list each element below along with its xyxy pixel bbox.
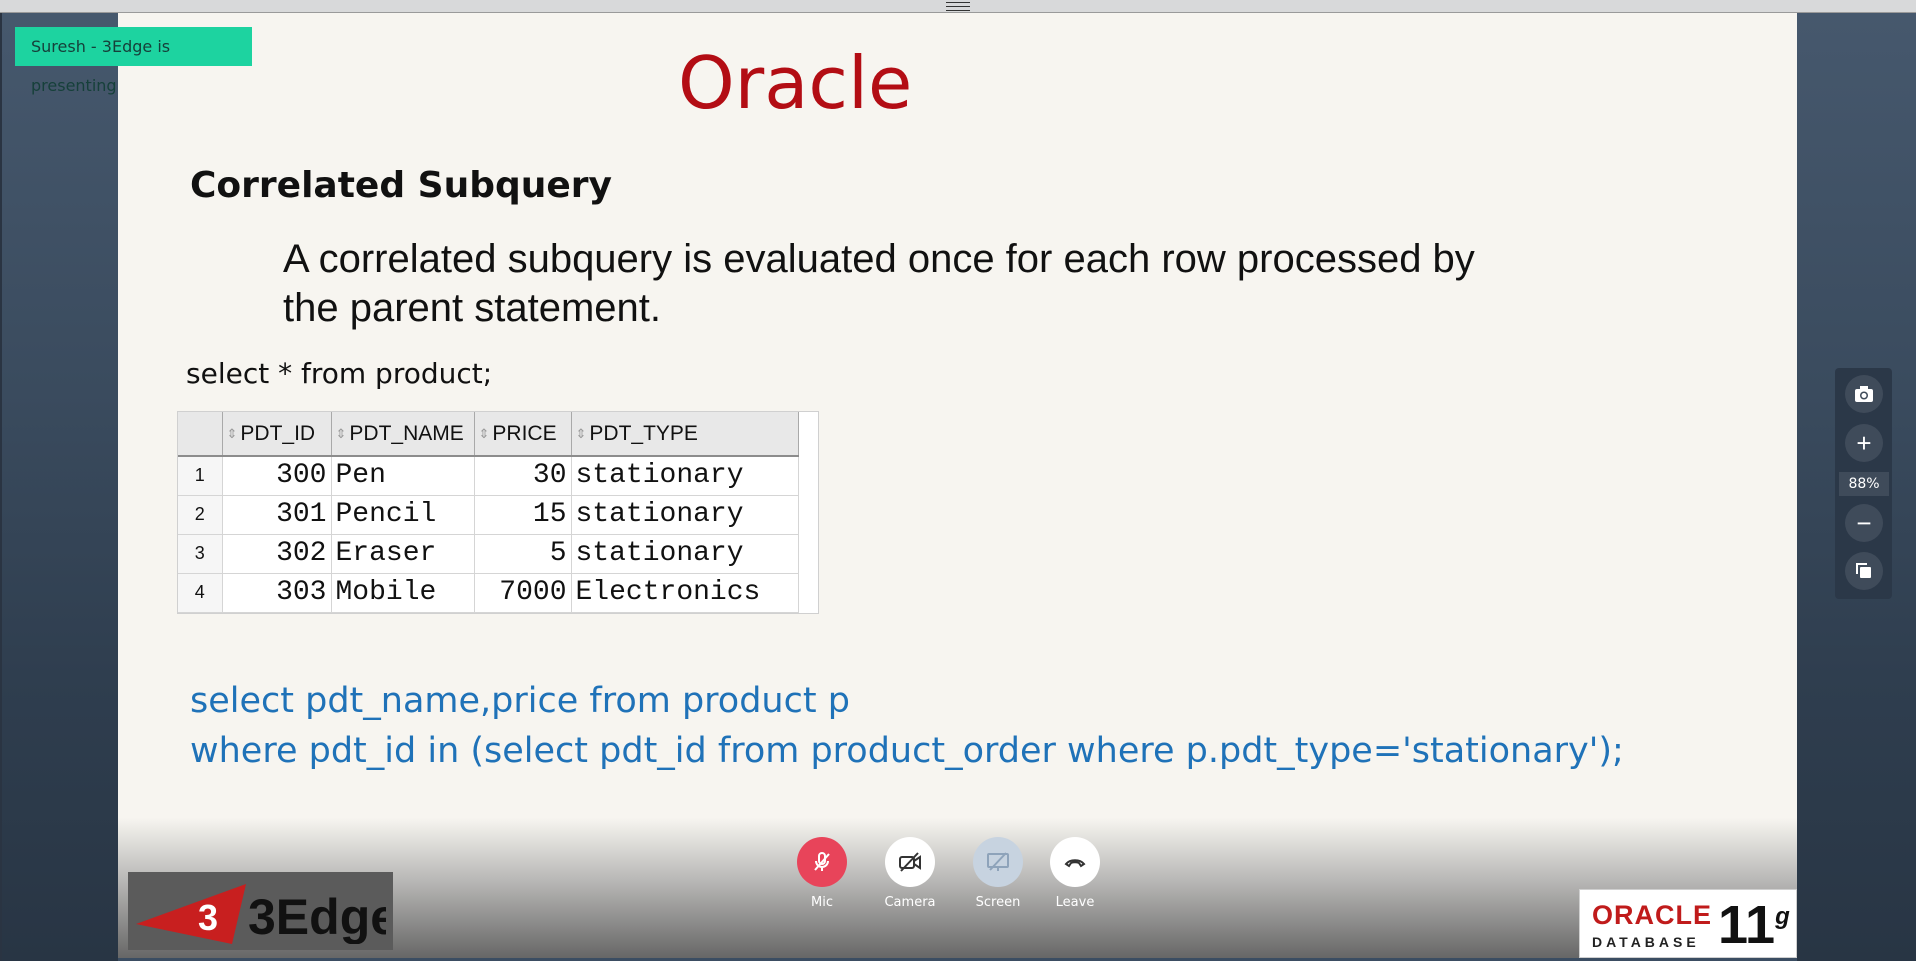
side-zoom-panel: + 88% − [1835,368,1892,599]
cell-pdt-id: 303 [222,573,332,613]
row-number: 3 [178,534,223,574]
zoom-level: 88% [1839,472,1889,496]
cell-pdt-name: Mobile [331,573,475,613]
correlated-subquery-code: select pdt_name,price from product p whe… [190,676,1624,776]
row-number: 1 [178,456,223,496]
table-row: 2 301 Pencil 15 stationary [178,495,799,535]
slide-description: A correlated subquery is evaluated once … [283,235,1583,333]
cell-price: 30 [474,456,572,496]
shared-screen-slide: Oracle Correlated Subquery A correlated … [118,13,1797,958]
mic-button[interactable]: Mic [792,837,852,910]
sort-icon: ⇕ [478,425,490,441]
table-row: 4 303 Mobile 7000 Electronics [178,573,799,613]
cell-pdt-type: stationary [571,456,799,496]
sort-icon: ⇕ [226,425,238,441]
cell-pdt-id: 300 [222,456,332,496]
copy-icon [1856,563,1871,578]
cell-price: 7000 [474,573,572,613]
column-header[interactable]: ⇕ PRICE [474,412,572,457]
screen-share-button[interactable]: Screen [968,837,1028,910]
phone-hangup-icon [1050,837,1100,887]
camera-off-icon [885,837,935,887]
zoom-in-button[interactable]: + [1845,424,1883,462]
camera-button[interactable]: Camera [880,837,940,910]
cell-pdt-name: Pencil [331,495,475,535]
call-controls: Mic Camera Screen Leave [0,837,1916,917]
mic-label: Mic [811,895,833,910]
minus-icon: − [1856,508,1872,538]
cell-pdt-type: Electronics [571,573,799,613]
zoom-out-button[interactable]: − [1845,504,1883,542]
cell-price: 15 [474,495,572,535]
code-line: where pdt_id in (select pdt_id from prod… [190,731,1624,771]
leave-label: Leave [1055,895,1095,910]
camera-label: Camera [884,895,936,910]
cell-pdt-name: Eraser [331,534,475,574]
presenter-banner: Suresh - 3Edge is presenting [15,27,252,95]
column-header[interactable]: ⇕ PDT_ID [222,412,332,457]
column-header[interactable]: ⇕ PDT_NAME [331,412,475,457]
cell-pdt-name: Pen [331,456,475,496]
cell-pdt-id: 302 [222,534,332,574]
description-line: A correlated subquery is evaluated once … [283,237,1475,281]
table-row: 3 302 Eraser 5 stationary [178,534,799,574]
column-header[interactable]: ⇕ PDT_TYPE [571,412,799,457]
cell-pdt-type: stationary [571,495,799,535]
plus-icon: + [1856,428,1872,458]
oracle-logo-sub: DATABASE [1592,934,1700,950]
camera-icon [1855,386,1873,402]
row-number: 2 [178,495,223,535]
description-line: the parent statement. [283,286,662,330]
slide-title: Oracle [678,41,913,125]
table-row: 1 300 Pen 30 stationary [178,456,799,496]
section-heading: Correlated Subquery [190,165,612,206]
copy-button[interactable] [1845,552,1883,590]
drag-handle-icon[interactable] [946,2,970,11]
window-top-bar [0,0,1916,13]
row-number-header [178,412,223,457]
screenshot-button[interactable] [1845,375,1883,413]
query-result-grid: ⇕ PDT_ID ⇕ PDT_NAME ⇕ PRICE ⇕ PDT_TYPE 1 300… [177,411,819,614]
sort-icon: ⇕ [575,425,587,441]
sort-icon: ⇕ [335,425,347,441]
code-line: select pdt_name,price from product p [190,681,850,721]
screen-share-icon [973,837,1023,887]
cell-pdt-type: stationary [571,534,799,574]
row-number: 4 [178,573,223,613]
leave-button[interactable]: Leave [1045,837,1105,910]
cell-price: 5 [474,534,572,574]
background-left [0,13,118,961]
screen-label: Screen [975,895,1021,910]
query-select-all: select * from product; [186,357,493,390]
cell-pdt-id: 301 [222,495,332,535]
mic-off-icon [797,837,847,887]
